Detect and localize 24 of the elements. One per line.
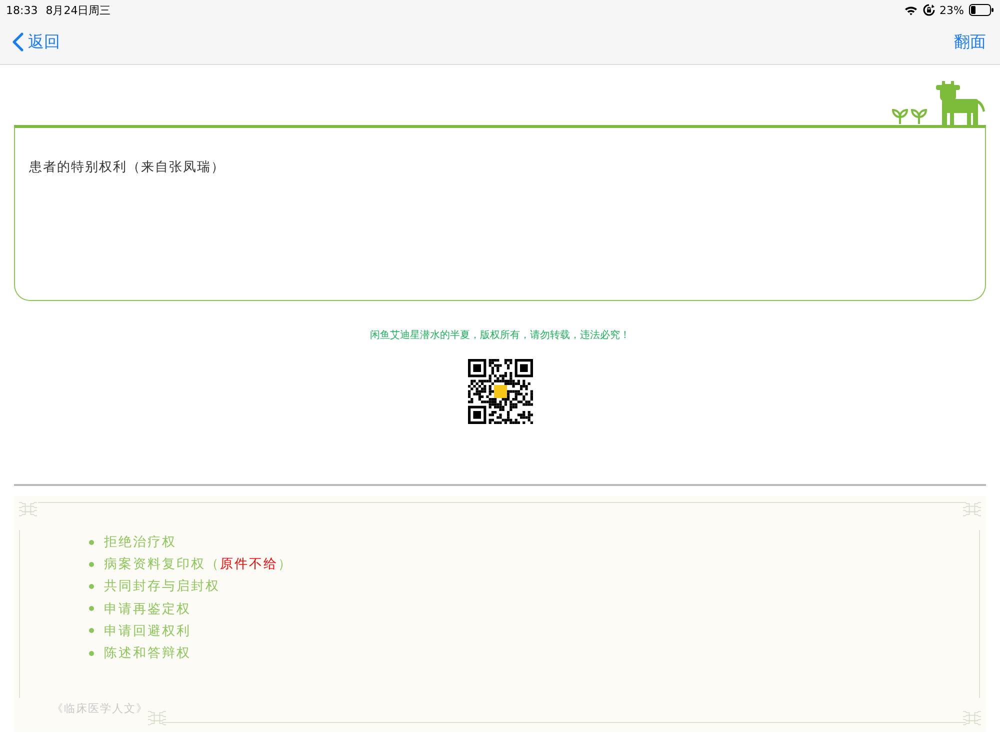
list-item-text: 病案资料复印权（原件不给） <box>104 556 292 574</box>
bullet-icon <box>89 540 94 545</box>
card-title: 患者的特别权利（来自张凤瑞） <box>29 159 226 176</box>
back-button[interactable]: 返回 <box>10 30 62 54</box>
bullet-icon <box>89 628 94 634</box>
wifi-icon <box>904 4 918 16</box>
list-item-text: 申请回避权利 <box>104 622 191 640</box>
bullet-icon <box>89 606 94 612</box>
bullet-icon <box>89 650 94 656</box>
rotation-lock-icon <box>922 4 935 16</box>
list-item-text: 申请再鉴定权 <box>104 600 191 618</box>
status-time: 18:33 <box>6 4 38 16</box>
bullet-icon <box>89 584 94 589</box>
copyright-notice: 闲鱼艾迪星潜水的半夏，版权所有，请勿转载，违法必究！ <box>369 328 631 342</box>
status-date: 8月24日周三 <box>46 2 111 18</box>
battery-percentage: 23% <box>940 4 964 16</box>
battery-icon <box>969 4 994 16</box>
chevron-left-icon <box>12 32 24 52</box>
qr-code-drawing <box>468 359 532 424</box>
list-item-text: 陈述和答辩权 <box>104 645 191 662</box>
list-item-text: 共同封存与启封权 <box>104 578 220 596</box>
bullet-icon <box>89 562 94 567</box>
flip-button[interactable]: 翻面 <box>952 30 988 54</box>
list-item-text: 拒绝治疗权 <box>104 534 176 552</box>
